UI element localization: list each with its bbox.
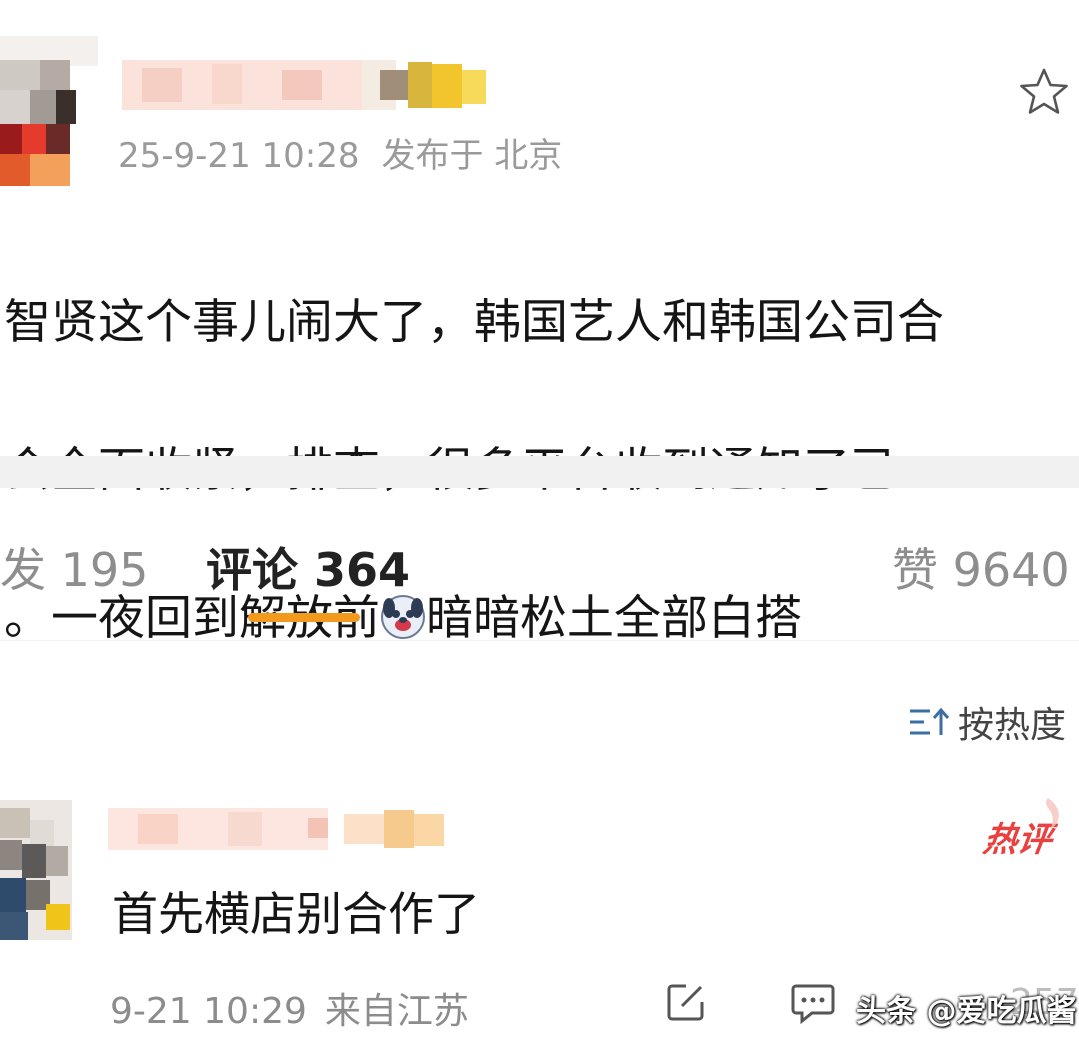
- flame-icon: [1046, 798, 1059, 830]
- sort-label: 按热度: [958, 705, 1067, 746]
- comment-meta: 9-21 10:29 来自江苏: [110, 982, 469, 1034]
- tab-reposts[interactable]: 发 195: [0, 534, 148, 600]
- edit-icon[interactable]: [664, 980, 708, 1024]
- watermark: 头条 @爱吃瓜酱: [856, 994, 1077, 1029]
- comment-bubble-icon[interactable]: [790, 980, 836, 1024]
- star-outline-icon[interactable]: [1018, 66, 1070, 118]
- sort-icon: [910, 707, 950, 735]
- post-author-name[interactable]: [122, 60, 502, 110]
- tab-comments[interactable]: 评论 364: [206, 534, 410, 600]
- commenter-name[interactable]: [108, 808, 468, 850]
- comment-source: 来自江苏: [324, 991, 469, 1032]
- post-author-avatar[interactable]: [0, 36, 98, 186]
- post-meta: 25-9-21 10:28 发布于 北京: [118, 128, 562, 177]
- commenter-avatar[interactable]: [0, 800, 72, 940]
- tab-likes[interactable]: 赞 9640: [892, 534, 1070, 600]
- laughing-dog-emoji-icon: [381, 595, 425, 639]
- sort-by-heat-button[interactable]: 按热度: [908, 696, 1066, 748]
- post-timestamp: 25-9-21 10:28: [118, 136, 360, 176]
- post-body-line: 智贤这个事儿闹大了，韩国艺人和韩国公司合: [4, 295, 944, 350]
- post-location: 发布于 北京: [381, 136, 563, 176]
- tabs-divider: [0, 640, 1079, 641]
- comment-timestamp: 9-21 10:29: [110, 991, 307, 1032]
- comment-text: 首先横店别合作了: [112, 887, 480, 941]
- section-divider: [0, 456, 1079, 488]
- active-tab-indicator: [248, 613, 360, 622]
